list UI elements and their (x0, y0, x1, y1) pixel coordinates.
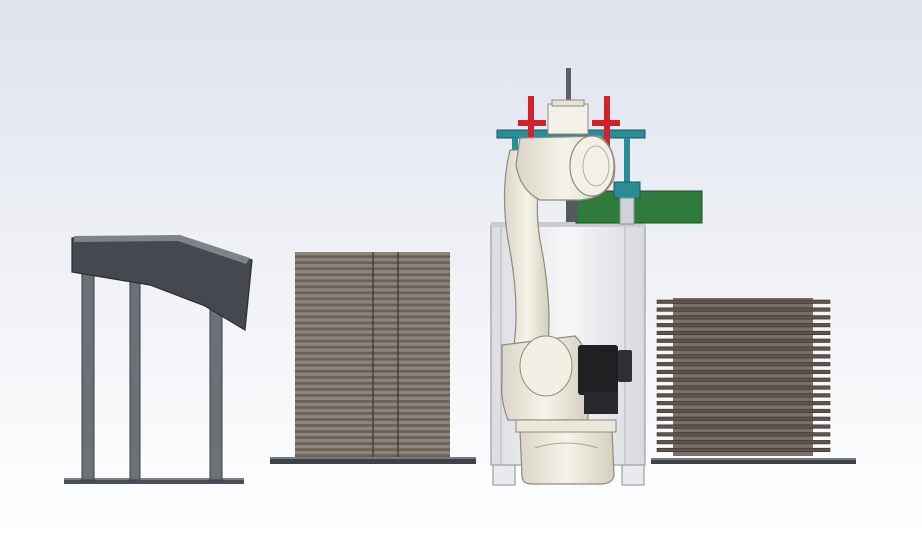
plate-layer (656, 447, 831, 453)
plate-layer (656, 354, 831, 359)
robot-motor-lower (584, 392, 618, 414)
plate-layer (656, 432, 831, 437)
plate-layer (656, 330, 831, 336)
robot-shoulder-joint (519, 335, 573, 397)
stack-right-pallet-top (651, 458, 856, 460)
assembly-scene (64, 68, 856, 486)
plate-stack-right (651, 298, 856, 464)
plate-layer (656, 323, 831, 328)
plate-layer (656, 416, 831, 421)
plate-layer (656, 408, 831, 414)
plate-layer (656, 377, 831, 382)
stack-left-pallet-top (270, 457, 476, 459)
plate-stack-left (270, 252, 476, 464)
tool-gray-post (619, 197, 635, 225)
stand-leg (81, 261, 95, 481)
robot-motor-cap (618, 350, 632, 382)
tool-dark-post (566, 200, 578, 222)
plate-layer (656, 307, 831, 312)
pedestal-foot (621, 464, 645, 486)
gripper-head-top (551, 99, 585, 107)
gripper-red-crossbar (518, 120, 546, 126)
robot-base (519, 429, 615, 485)
plate-layer (656, 393, 831, 398)
tool-teal-block (613, 181, 641, 199)
plate-layer (656, 362, 831, 367)
plate-layer (656, 346, 831, 351)
robot-base-ring (515, 419, 617, 433)
robot-wrist-joint (569, 135, 615, 197)
plate-layer (656, 315, 831, 320)
cad-viewport[interactable] (0, 0, 922, 537)
plate-layer (656, 401, 831, 406)
conveyor-stand (64, 235, 253, 484)
plate-layer (656, 299, 831, 304)
plate-layer (656, 369, 831, 375)
plate-layer (656, 338, 831, 343)
pedestal-foot (492, 464, 516, 486)
plate-layer (656, 424, 831, 429)
gripper-red-crossbar (592, 120, 620, 126)
gripper-head (547, 103, 589, 135)
robot-motor (578, 345, 618, 395)
plate-layer (656, 385, 831, 390)
plate-layer (656, 440, 831, 445)
stack-right-core (673, 298, 813, 456)
